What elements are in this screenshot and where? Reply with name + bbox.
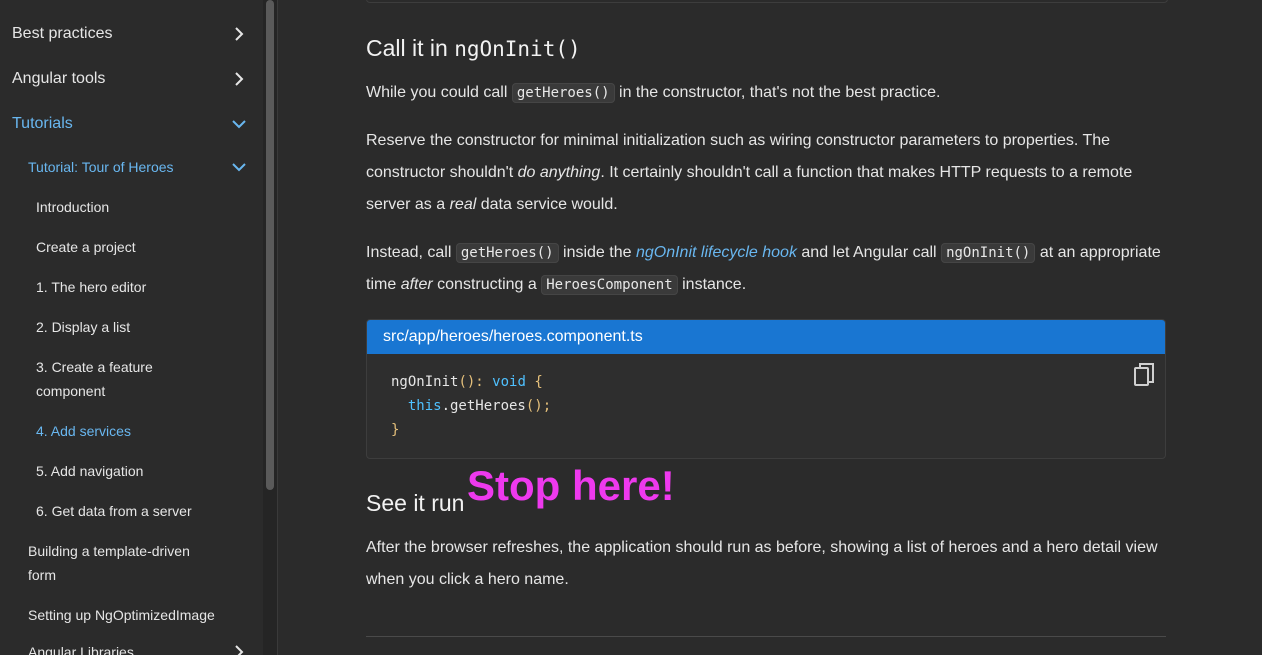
previous-code-box-bottom [366,0,1168,3]
text: While you could call [366,84,508,101]
sidebar-item-best-practices[interactable]: Best practices [0,22,263,46]
text: Instead, call [366,244,452,261]
inline-code: HeroesComponent [541,275,678,295]
sidebar-item-label: Angular Libraries [28,644,134,655]
paragraph-instead-call: Instead, call getHeroes() inside the ngO… [366,237,1166,301]
code-token: .getHeroes [441,398,526,414]
sidebar-item-feature-component[interactable]: 3. Create a feature component [0,355,263,403]
copy-icon[interactable] [1133,362,1157,388]
inline-code: ngOnInit() [941,243,1036,263]
sidebar-item-hero-editor[interactable]: 1. The hero editor [0,275,263,299]
code-token: () [525,398,543,414]
code-example: src/app/heroes/heroes.component.ts ngOnI… [366,319,1166,459]
sidebar-item-angular-libraries[interactable]: Angular Libraries [0,640,263,655]
sidebar-item-label: Introduction [36,199,110,215]
code-token: void [492,374,526,390]
code-token: { [534,374,543,390]
code-token: } [391,422,400,438]
section-divider [366,636,1166,637]
text: data service would. [480,196,618,213]
text: constructing a [437,276,537,293]
sidebar-item-label: 4. Add services [36,423,131,439]
code-block: ngOnInit(): void { this.getHeroes(); } [367,354,1165,458]
sidebar-item-display-list[interactable]: 2. Display a list [0,315,263,339]
code-example-header: src/app/heroes/heroes.component.ts [367,320,1165,354]
sidebar-nav: Best practices Angular tools Tutorials T… [0,0,263,655]
code-token: this [407,398,442,414]
code-token: : [475,374,493,390]
code-token: ; [542,398,552,414]
text: in the constructor, that's not the best … [619,84,941,101]
sidebar-item-label: Setting up NgOptimizedImage [28,607,215,623]
sidebar-scrollbar-thumb[interactable] [266,0,274,490]
sidebar-item-label: 2. Display a list [36,319,131,335]
sidebar-item-template-driven-form[interactable]: Building a template-driven form [0,539,263,587]
text: instance. [682,276,747,293]
sidebar-item-create-project[interactable]: Create a project [0,235,263,259]
code-token: () [458,374,476,390]
sidebar-item-label: Best practices [12,25,113,42]
inline-code: getHeroes() [455,243,559,263]
sidebar-item-tour-of-heroes[interactable]: Tutorial: Tour of Heroes [0,155,263,179]
paragraph-constructor-call: While you could call getHeroes() in the … [366,77,1166,109]
sidebar-item-label: Angular tools [12,70,106,87]
stop-here-overlay: Stop here! [467,462,675,509]
sidebar-item-ngoptimizedimage[interactable]: Setting up NgOptimizedImage [0,603,263,627]
chevron-right-icon [235,72,244,86]
sidebar-item-label: Building a template-driven form [28,543,190,583]
text: inside the [563,244,632,261]
sidebar-item-add-services[interactable]: 4. Add services [0,419,263,443]
sidebar-item-angular-tools[interactable]: Angular tools [0,67,263,91]
chevron-down-icon [232,120,246,129]
inline-code: getHeroes() [511,83,615,103]
sidebar-item-label: 1. The hero editor [36,279,147,295]
sidebar-item-label: Tutorials [12,115,73,132]
heading-call-it-in-ngoninit: Call it in ngOnInit() [366,33,581,64]
text: and let Angular call [801,244,937,261]
sidebar-item-label: Tutorial: Tour of Heroes [28,159,174,175]
sidebar-item-introduction[interactable]: Introduction [0,195,263,219]
sidebar-item-label: 5. Add navigation [36,463,144,479]
sidebar-item-add-navigation[interactable]: 5. Add navigation [0,459,263,483]
heading-code: ngOnInit() [454,37,581,61]
chevron-right-icon [235,645,244,655]
sidebar-item-label: Create a project [36,239,136,255]
emphasis: do anything [517,164,601,181]
sidebar-item-tutorials[interactable]: Tutorials [0,112,263,136]
paragraph-after-refresh: After the browser refreshes, the applica… [366,539,1158,588]
sidebar-item-label: 3. Create a feature component [36,359,153,399]
sidebar-item-get-data[interactable]: 6. Get data from a server [0,499,263,523]
heading-text: Call it in [366,35,448,61]
emphasis: after [400,276,433,293]
emphasis: real [449,196,477,213]
ngoninit-lifecycle-hook-link[interactable]: ngOnInit lifecycle hook [636,244,797,261]
sidebar-item-label: 6. Get data from a server [36,503,192,519]
chevron-down-icon [232,163,246,172]
chevron-right-icon [235,27,244,41]
heading-see-it-run: See it run [366,490,465,516]
code-token: ngOnInit [391,374,459,390]
paragraph-reserve-constructor: Reserve the constructor for minimal init… [366,125,1166,221]
